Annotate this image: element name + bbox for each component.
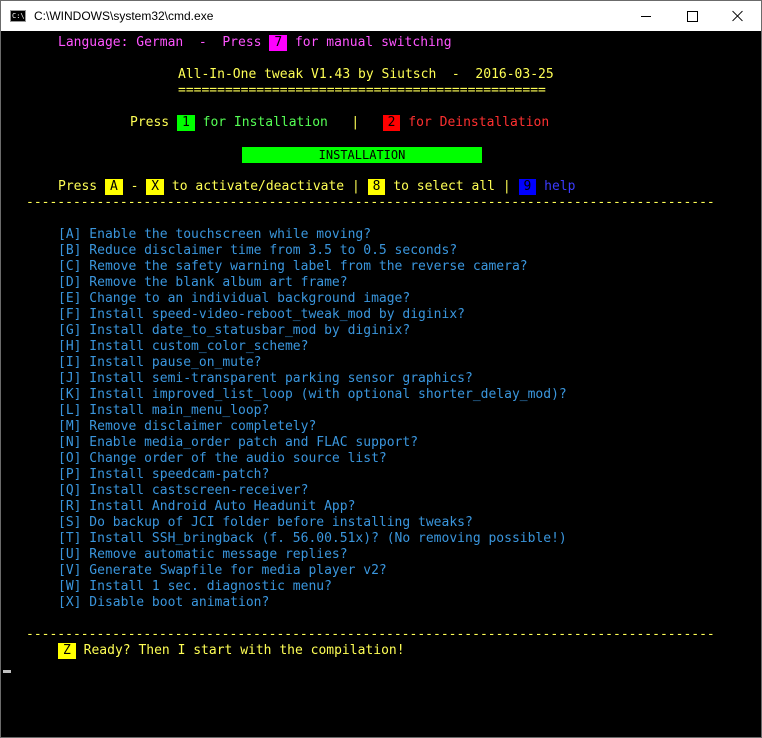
option-item: [R] Install Android Auto Headunit App? bbox=[58, 499, 356, 514]
install-label: for Installation bbox=[194, 115, 328, 130]
controls-dash: - bbox=[122, 179, 147, 194]
console-output[interactable]: Language: German - Press 7 for manual sw… bbox=[1, 31, 761, 737]
language-line: Language: German - Press 7 for manual sw… bbox=[58, 35, 452, 51]
cmd-icon: C:\ bbox=[10, 10, 26, 22]
language-suffix: for manual switching bbox=[287, 35, 452, 50]
minimize-button[interactable] bbox=[623, 1, 669, 31]
minimize-icon bbox=[641, 15, 651, 17]
select-all-label: to select all bbox=[385, 179, 503, 194]
separator-bottom: ----------------------------------------… bbox=[26, 627, 715, 642]
deinstall-label: for Deinstallation bbox=[400, 115, 550, 130]
close-button[interactable] bbox=[715, 1, 761, 31]
mode-press: Press bbox=[130, 115, 177, 130]
option-item: [T] Install SSH_bringback (f. 56.00.51x)… bbox=[58, 531, 567, 546]
mode-divider: | bbox=[327, 115, 383, 130]
cmd-window: C:\ C:\WINDOWS\system32\cmd.exe Language… bbox=[0, 0, 762, 738]
mode-line: Press 1 for Installation | 2 for Deinsta… bbox=[130, 115, 549, 131]
ready-text: Ready? Then I start with the compilation… bbox=[75, 643, 405, 658]
controls-bar-2: | bbox=[502, 179, 511, 194]
option-item: [P] Install speedcam-patch? bbox=[58, 467, 270, 482]
option-item: [K] Install improved_list_loop (with opt… bbox=[58, 387, 567, 402]
maximize-button[interactable] bbox=[669, 1, 715, 31]
option-item: [Q] Install castscreen-receiver? bbox=[58, 483, 309, 498]
activate-label: to activate/deactivate bbox=[164, 179, 352, 194]
language-prefix: Language: German - Press bbox=[58, 35, 270, 50]
option-item: [N] Enable media_order patch and FLAC su… bbox=[58, 435, 419, 450]
option-item: [H] Install custom_color_scheme? bbox=[58, 339, 309, 354]
option-item: [B] Reduce disclaimer time from 3.5 to 0… bbox=[58, 243, 458, 258]
installation-banner: INSTALLATION bbox=[242, 147, 482, 163]
option-item: [J] Install semi-transparent parking sen… bbox=[58, 371, 473, 386]
option-item: [I] Install pause_on_mute? bbox=[58, 355, 262, 370]
option-item: [W] Install 1 sec. diagnostic menu? bbox=[58, 579, 332, 594]
help-label: help bbox=[536, 179, 576, 194]
option-item: [F] Install speed-video-reboot_tweak_mod… bbox=[58, 307, 465, 322]
option-item: [A] Enable the touchscreen while moving? bbox=[58, 227, 372, 242]
key-9: 9 bbox=[518, 179, 537, 195]
deinstall-key: 2 bbox=[382, 115, 401, 131]
app-title: All-In-One tweak V1.43 by Siutsch - 2016… bbox=[178, 67, 554, 82]
title-underline: ========================================… bbox=[178, 83, 546, 98]
text-cursor bbox=[3, 670, 11, 673]
option-item: [O] Change order of the audio source lis… bbox=[58, 451, 387, 466]
separator-top: ----------------------------------------… bbox=[26, 195, 715, 210]
controls-press: Press bbox=[58, 179, 105, 194]
option-item: [D] Remove the blank album art frame? bbox=[58, 275, 348, 290]
option-item: [C] Remove the safety warning label from… bbox=[58, 259, 528, 274]
title-bar[interactable]: C:\ C:\WINDOWS\system32\cmd.exe bbox=[1, 1, 761, 31]
install-key: 1 bbox=[176, 115, 195, 131]
option-item: [L] Install main_menu_loop? bbox=[58, 403, 270, 418]
option-item: [E] Change to an individual background i… bbox=[58, 291, 411, 306]
maximize-icon bbox=[686, 10, 698, 22]
close-icon bbox=[732, 10, 744, 22]
option-item: [V] Generate Swapfile for media player v… bbox=[58, 563, 387, 578]
key-8: 8 bbox=[367, 179, 386, 195]
key-z: Z bbox=[58, 643, 76, 659]
option-item: [M] Remove disclaimer completely? bbox=[58, 419, 317, 434]
manual-switch-key: 7 bbox=[269, 35, 288, 51]
window-title: C:\WINDOWS\system32\cmd.exe bbox=[34, 9, 214, 23]
key-x: X bbox=[146, 179, 165, 195]
controls-line: Press A - X to activate/deactivate | 8 t… bbox=[58, 179, 575, 195]
ready-line: Z Ready? Then I start with the compilati… bbox=[58, 643, 405, 659]
key-a: A bbox=[104, 179, 123, 195]
option-item: [U] Remove automatic message replies? bbox=[58, 547, 348, 562]
option-item: [S] Do backup of JCI folder before insta… bbox=[58, 515, 473, 530]
controls-bar-1: | bbox=[351, 179, 360, 194]
option-item: [X] Disable boot animation? bbox=[58, 595, 270, 610]
option-item: [G] Install date_to_statusbar_mod by dig… bbox=[58, 323, 411, 338]
